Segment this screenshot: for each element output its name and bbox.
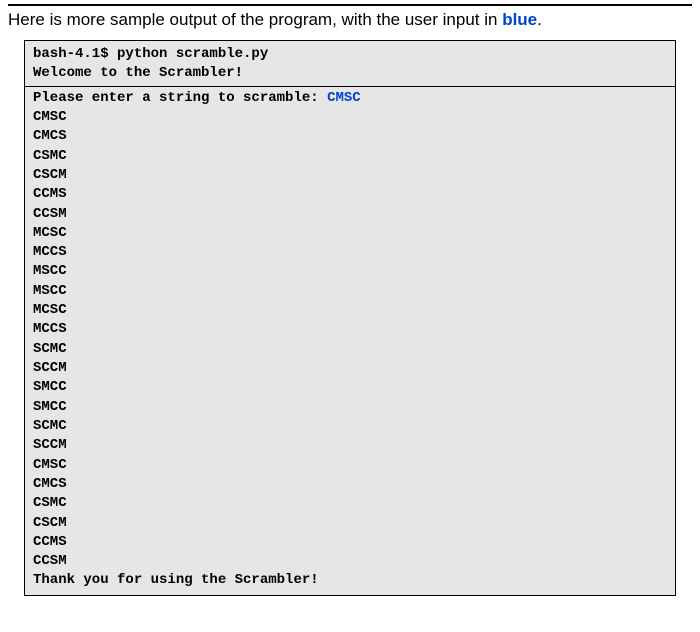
terminal-divider xyxy=(25,86,675,87)
output-line: MCCS xyxy=(33,243,667,262)
output-line: CSMC xyxy=(33,494,667,513)
output-line: SMCC xyxy=(33,398,667,417)
output-line: CCMS xyxy=(33,533,667,552)
output-line: MCSC xyxy=(33,224,667,243)
terminal-command: bash-4.1$ python scramble.py xyxy=(33,45,667,64)
output-line: MCSC xyxy=(33,301,667,320)
output-line: SCCM xyxy=(33,436,667,455)
output-line: SCCM xyxy=(33,359,667,378)
output-line: SCMC xyxy=(33,340,667,359)
intro-paragraph: Here is more sample output of the progra… xyxy=(0,6,700,40)
output-line: CSCM xyxy=(33,166,667,185)
output-line: CSCM xyxy=(33,514,667,533)
output-line: CCSM xyxy=(33,205,667,224)
intro-prefix: Here is more sample output of the progra… xyxy=(8,10,502,29)
output-line: CMSC xyxy=(33,456,667,475)
terminal-user-input: CMSC xyxy=(327,90,361,106)
terminal-thanks: Thank you for using the Scrambler! xyxy=(33,571,667,590)
terminal-prompt-line: Please enter a string to scramble: CMSC xyxy=(33,89,667,108)
output-line: CMSC xyxy=(33,108,667,127)
terminal-prompt: Please enter a string to scramble: xyxy=(33,90,327,106)
output-line: SMCC xyxy=(33,378,667,397)
output-line: CMCS xyxy=(33,475,667,494)
terminal-welcome: Welcome to the Scrambler! xyxy=(33,64,667,83)
output-line: CMCS xyxy=(33,127,667,146)
output-line: CCSM xyxy=(33,552,667,571)
output-line: SCMC xyxy=(33,417,667,436)
output-line: MSCC xyxy=(33,262,667,281)
output-line: CSMC xyxy=(33,147,667,166)
output-line: MCCS xyxy=(33,320,667,339)
output-line: CCMS xyxy=(33,185,667,204)
intro-suffix: . xyxy=(537,10,542,29)
output-line: MSCC xyxy=(33,282,667,301)
intro-highlight: blue xyxy=(502,10,537,29)
terminal-output: bash-4.1$ python scramble.py Welcome to … xyxy=(24,40,676,596)
